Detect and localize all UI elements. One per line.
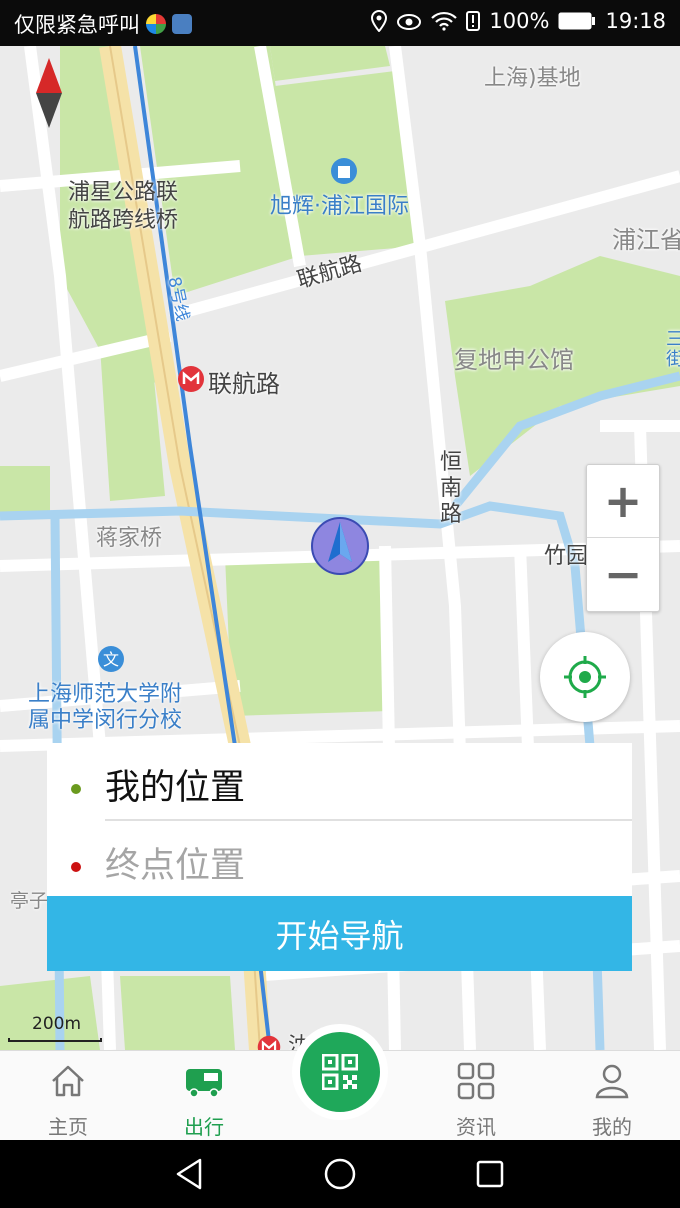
scale-label: 200m: [32, 1014, 82, 1034]
station-label: 联航路: [208, 370, 280, 398]
current-location-marker: [311, 517, 369, 575]
tab-label: 出行: [184, 1115, 224, 1139]
back-icon[interactable]: [174, 1158, 204, 1190]
battery-info-icon: [466, 11, 481, 31]
end-location-row[interactable]: 终点位置: [47, 821, 632, 897]
route-panel: 我的位置 终点位置 开始导航: [47, 743, 632, 971]
tab-label: 我的: [592, 1115, 632, 1139]
app-notification-icon-2: [172, 14, 192, 34]
map-label: 航路跨线桥: [68, 208, 179, 233]
road-label: 恒南路: [440, 450, 463, 527]
end-dot-icon: [71, 862, 81, 872]
scale-line: [8, 1038, 102, 1042]
wifi-icon: [431, 11, 458, 31]
grid-icon: [457, 1062, 495, 1100]
tab-home[interactable]: 主页: [13, 1051, 123, 1141]
carrier-text: 仅限紧急呼叫: [14, 13, 140, 37]
battery-icon: [558, 12, 596, 30]
map-label: 浦江省: [612, 226, 680, 254]
compass-icon[interactable]: [36, 58, 62, 128]
tab-label: 资讯: [456, 1115, 496, 1139]
map-label: 复地申公馆: [454, 346, 574, 374]
tab-news[interactable]: 资讯: [421, 1051, 531, 1141]
tab-label: 主页: [48, 1115, 88, 1139]
crosshair-icon: [564, 656, 606, 698]
zoom-control: + −: [586, 464, 660, 612]
map-label: 旭辉·浦江国际: [270, 194, 409, 219]
user-icon: [595, 1064, 629, 1099]
start-navigation-button[interactable]: 开始导航: [47, 896, 632, 971]
locate-me-button[interactable]: [540, 632, 630, 722]
bus-icon: [186, 1069, 222, 1098]
start-dot-icon: [71, 784, 81, 794]
start-location-field[interactable]: 我的位置: [105, 759, 245, 810]
start-location-row[interactable]: 我的位置: [47, 743, 632, 819]
svg-text:文: 文: [103, 650, 119, 669]
map-label: 亭子: [10, 890, 49, 912]
tab-travel[interactable]: 出行: [149, 1051, 259, 1141]
location-icon: [371, 10, 388, 32]
school-poi-icon: 文: [98, 646, 124, 672]
eye-icon: [397, 14, 422, 30]
recents-icon[interactable]: [476, 1160, 504, 1188]
map-label: 属中学闵行分校: [28, 708, 183, 733]
home-icon: [52, 1065, 84, 1097]
system-navigation-bar: [0, 1140, 680, 1208]
zoom-in-button[interactable]: +: [587, 465, 659, 537]
clock: 19:18: [605, 9, 666, 33]
status-bar: 仅限紧急呼叫 100% 19:18: [0, 0, 680, 46]
map-label: 上海)基地: [484, 66, 581, 91]
qr-code-icon: [322, 1054, 358, 1090]
metro-station-icon: [178, 366, 204, 392]
home-circle-icon[interactable]: [324, 1158, 356, 1190]
qr-scan-button[interactable]: [292, 1024, 388, 1120]
end-location-field[interactable]: 终点位置: [105, 837, 245, 888]
map-label: 三街: [666, 329, 680, 370]
qr-button-circle: [300, 1032, 380, 1112]
battery-percent: 100%: [489, 9, 550, 33]
map-label: 蒋家桥: [96, 526, 163, 551]
zoom-out-button[interactable]: −: [587, 538, 659, 610]
tab-mine[interactable]: 我的: [557, 1051, 667, 1141]
metro-station-icon-2: [257, 1035, 281, 1050]
app-notification-icon: [146, 14, 166, 34]
hotel-poi-icon: [331, 158, 357, 184]
